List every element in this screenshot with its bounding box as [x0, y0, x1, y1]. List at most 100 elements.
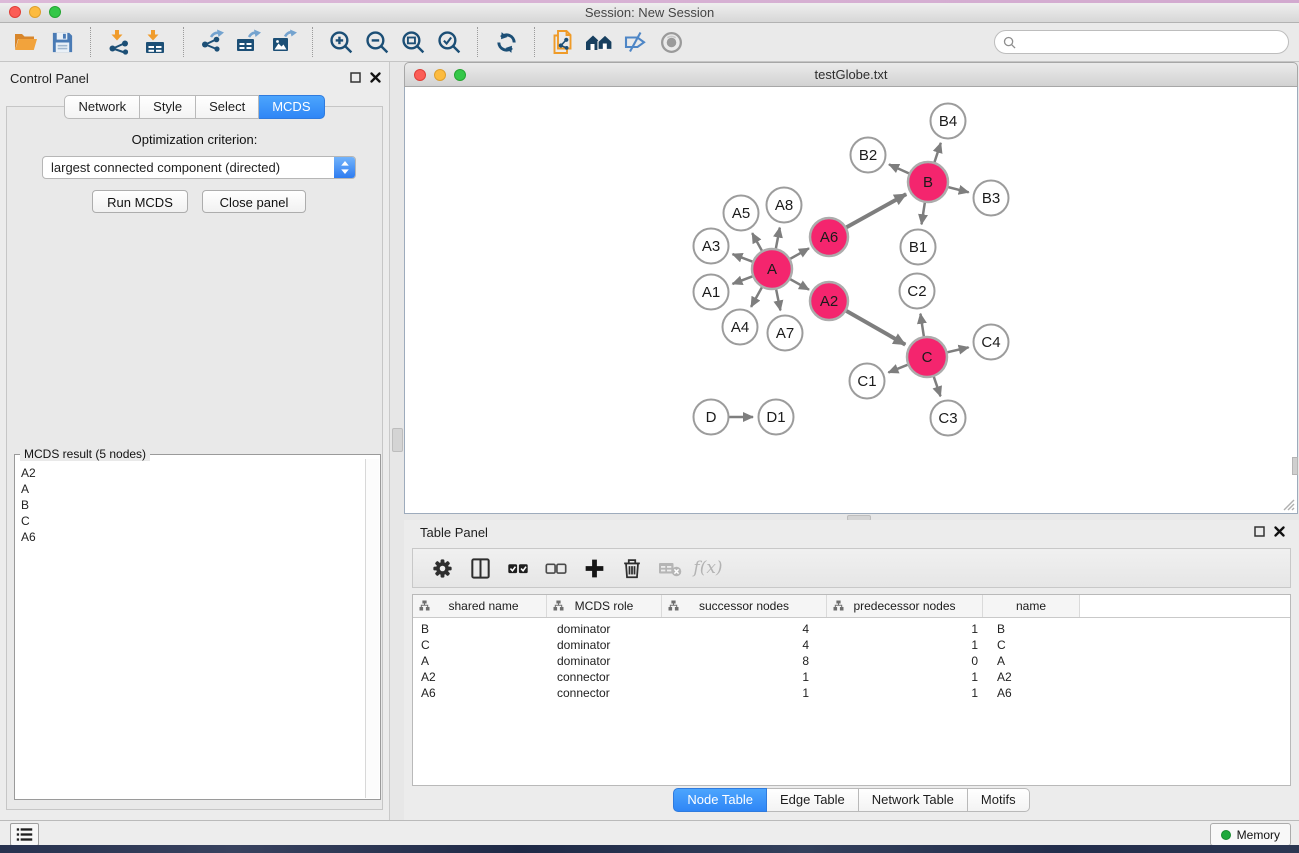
float-panel-icon[interactable]: [1254, 526, 1265, 537]
import-table-button[interactable]: [137, 26, 173, 58]
node-B4[interactable]: B4: [931, 104, 966, 139]
open-session-button[interactable]: [8, 26, 44, 58]
zoom-out-button[interactable]: [359, 26, 395, 58]
plus-icon: [583, 557, 606, 580]
search-box: [994, 30, 1289, 54]
node-A8[interactable]: A8: [767, 188, 802, 223]
close-panel-button[interactable]: Close panel: [202, 190, 306, 213]
result-item[interactable]: A2: [21, 465, 365, 481]
search-input[interactable]: [1016, 31, 1288, 53]
show-columns-button[interactable]: [461, 552, 499, 584]
show-graphics-details-button[interactable]: [653, 26, 689, 58]
tab-node-table[interactable]: Node Table: [673, 788, 767, 812]
tab-edge-table[interactable]: Edge Table: [767, 788, 859, 812]
column-header-name[interactable]: name: [983, 595, 1080, 617]
delete-column-button[interactable]: [613, 552, 651, 584]
delete-table-button[interactable]: [651, 552, 689, 584]
save-session-button[interactable]: [44, 26, 80, 58]
node-A7[interactable]: A7: [768, 316, 803, 351]
divider-grip[interactable]: [392, 428, 403, 452]
table-row[interactable]: A2 connector 1 1 A2: [413, 669, 1290, 685]
node-D1[interactable]: D1: [759, 400, 794, 435]
node-C2[interactable]: C2: [900, 274, 935, 309]
network-canvas[interactable]: B4 B2 B B3 A8 A5 A6 A3 B1 A A1 C2 A2 A4 …: [404, 87, 1298, 514]
hide-labels-icon: [622, 29, 648, 55]
column-header-predecessor-nodes[interactable]: predecessor nodes: [827, 595, 983, 617]
svg-text:B: B: [923, 174, 933, 191]
column-header-shared-name[interactable]: shared name: [413, 595, 547, 617]
mcds-result-groupbox: MCDS result (5 nodes) A2 A B C A6: [14, 454, 381, 800]
node-A4[interactable]: A4: [723, 310, 758, 345]
export-table-button[interactable]: [230, 26, 266, 58]
table-settings-button[interactable]: [423, 552, 461, 584]
function-builder-button[interactable]: f(x): [689, 552, 727, 584]
node-C4[interactable]: C4: [974, 325, 1009, 360]
node-B3[interactable]: B3: [974, 181, 1009, 216]
export-network-button[interactable]: [194, 26, 230, 58]
memory-button[interactable]: Memory: [1210, 823, 1291, 846]
refresh-icon: [494, 30, 519, 55]
table-row[interactable]: A dominator 8 0 A: [413, 653, 1290, 669]
node-C1[interactable]: C1: [850, 364, 885, 399]
column-header-successor-nodes[interactable]: successor nodes: [662, 595, 827, 617]
memory-label: Memory: [1237, 828, 1280, 842]
export-image-button[interactable]: [266, 26, 302, 58]
svg-text:C3: C3: [938, 410, 957, 427]
hide-labels-button[interactable]: [617, 26, 653, 58]
network-view-titlebar[interactable]: testGlobe.txt: [404, 62, 1298, 87]
node-B1[interactable]: B1: [901, 230, 936, 265]
run-mcds-button[interactable]: Run MCDS: [92, 190, 188, 213]
node-A[interactable]: A: [752, 249, 792, 289]
node-B[interactable]: B: [908, 162, 948, 202]
svg-text:B3: B3: [982, 190, 1000, 207]
tab-mcds[interactable]: MCDS: [259, 95, 324, 119]
node-D[interactable]: D: [694, 400, 729, 435]
task-history-button[interactable]: [10, 823, 39, 846]
node-A3[interactable]: A3: [694, 229, 729, 264]
divider-grip[interactable]: [1292, 457, 1298, 475]
open-browser-button[interactable]: [581, 26, 617, 58]
result-item[interactable]: A: [21, 481, 365, 497]
node-A2[interactable]: A2: [810, 282, 848, 320]
frame-resize-grip[interactable]: [1282, 498, 1295, 511]
deselect-all-button[interactable]: [537, 552, 575, 584]
table-row[interactable]: B dominator 4 1 B: [413, 621, 1290, 637]
table-row[interactable]: C dominator 4 1 C: [413, 637, 1290, 653]
tab-motifs[interactable]: Motifs: [968, 788, 1030, 812]
tab-network[interactable]: Network: [64, 95, 140, 119]
node-A5[interactable]: A5: [724, 196, 759, 231]
node-C[interactable]: C: [907, 337, 947, 377]
result-item[interactable]: B: [21, 497, 365, 513]
node-A6[interactable]: A6: [810, 218, 848, 256]
zoom-selected-button[interactable]: [431, 26, 467, 58]
mcds-result-list[interactable]: A2 A B C A6: [16, 461, 365, 798]
node-A1[interactable]: A1: [694, 275, 729, 310]
add-column-button[interactable]: [575, 552, 613, 584]
close-panel-icon[interactable]: [370, 72, 381, 83]
tab-style[interactable]: Style: [140, 95, 196, 119]
float-panel-icon[interactable]: [350, 72, 361, 83]
criterion-dropdown[interactable]: largest connected component (directed): [42, 156, 356, 179]
zoom-in-button[interactable]: [323, 26, 359, 58]
status-bar: Memory: [0, 820, 1299, 845]
select-all-button[interactable]: [499, 552, 537, 584]
result-list-scrollbar[interactable]: [365, 459, 379, 798]
tab-select[interactable]: Select: [196, 95, 259, 119]
table-row[interactable]: A6 connector 1 1 A6: [413, 685, 1290, 701]
desktop-wallpaper-bottom: [0, 845, 1299, 853]
column-header-mcds-role[interactable]: MCDS role: [547, 595, 662, 617]
zoom-fit-button[interactable]: [395, 26, 431, 58]
result-item[interactable]: C: [21, 513, 365, 529]
deselect-all-icon: [544, 556, 568, 580]
node-C3[interactable]: C3: [931, 401, 966, 436]
close-panel-icon[interactable]: [1274, 526, 1285, 537]
refresh-layout-button[interactable]: [488, 26, 524, 58]
node-B2[interactable]: B2: [851, 138, 886, 173]
import-network-button[interactable]: [101, 26, 137, 58]
result-item[interactable]: A6: [21, 529, 365, 545]
tab-network-table[interactable]: Network Table: [859, 788, 968, 812]
zoom-in-icon: [328, 29, 355, 56]
clone-network-button[interactable]: [545, 26, 581, 58]
table-panel: Table Panel: [404, 520, 1299, 820]
panel-divider-vertical[interactable]: [390, 62, 404, 820]
